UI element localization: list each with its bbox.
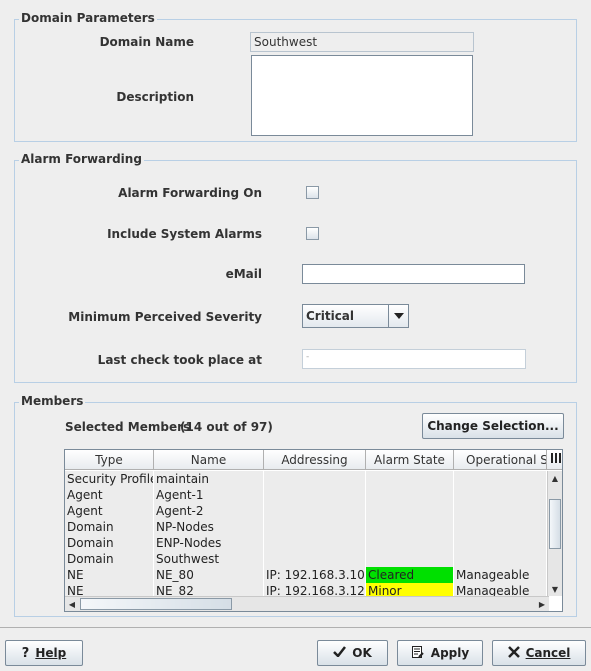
alarm-forwarding-on-checkbox[interactable] bbox=[306, 186, 319, 199]
cell-name: Southwest bbox=[154, 551, 264, 567]
cell-addressing bbox=[264, 519, 366, 535]
cell-type: Domain bbox=[65, 519, 154, 535]
cell-alarm-state bbox=[366, 471, 454, 487]
cell-operational-state bbox=[454, 535, 547, 551]
table-row[interactable]: Agent Agent-2 bbox=[65, 503, 547, 519]
ok-button[interactable]: OK bbox=[317, 640, 388, 666]
severity-value: Critical bbox=[306, 309, 355, 323]
table-header: Type Name Addressing Alarm State Operati… bbox=[65, 450, 562, 470]
cell-alarm-state bbox=[366, 551, 454, 567]
cell-alarm-state bbox=[366, 519, 454, 535]
cell-addressing bbox=[264, 503, 366, 519]
cell-name: NP-Nodes bbox=[154, 519, 264, 535]
table-row[interactable]: Security Profile maintain bbox=[65, 471, 547, 487]
cell-type: Security Profile bbox=[67, 471, 154, 487]
scroll-left-icon[interactable]: ◀ bbox=[65, 597, 79, 611]
email-field[interactable] bbox=[302, 264, 525, 284]
cell-operational-state bbox=[454, 503, 547, 519]
cell-addressing bbox=[264, 471, 366, 487]
cell-operational-state bbox=[454, 551, 547, 567]
min-severity-label: Minimum Perceived Severity bbox=[68, 310, 262, 324]
severity-combobox[interactable]: Critical bbox=[302, 304, 409, 328]
change-selection-button[interactable]: Change Selection... bbox=[422, 413, 564, 439]
help-button-label: Help bbox=[35, 646, 67, 660]
cell-type: Domain bbox=[65, 535, 154, 551]
apply-button[interactable]: Apply bbox=[397, 640, 483, 666]
apply-button-label: Apply bbox=[430, 646, 470, 660]
cell-addressing bbox=[264, 551, 366, 567]
cell-name: NE_80 bbox=[154, 567, 264, 583]
cell-operational-state bbox=[454, 487, 547, 503]
table-body: Security Profile maintain Agent Agent-1 Agen… bbox=[65, 471, 547, 599]
vertical-scroll-thumb[interactable] bbox=[549, 499, 561, 549]
selected-members-label: Selected Members bbox=[65, 420, 191, 434]
alarm-forwarding-legend: Alarm Forwarding bbox=[19, 152, 144, 166]
table-row[interactable]: Domain Southwest bbox=[65, 551, 547, 567]
members-table: Type Name Addressing Alarm State Operati… bbox=[64, 449, 563, 612]
vertical-scrollbar[interactable]: ▲ ▼ bbox=[547, 471, 562, 596]
cell-name: Agent-2 bbox=[154, 503, 264, 519]
description-textarea[interactable] bbox=[251, 55, 473, 136]
help-icon: ? bbox=[21, 645, 30, 661]
cell-alarm-state bbox=[366, 535, 454, 551]
cell-alarm-state: Cleared bbox=[366, 567, 454, 583]
cancel-button-label: Cancel bbox=[525, 646, 571, 660]
domain-parameters-legend: Domain Parameters bbox=[19, 11, 157, 25]
scroll-right-icon[interactable]: ▶ bbox=[535, 597, 549, 611]
column-header-addressing[interactable]: Addressing bbox=[264, 450, 366, 469]
cell-type: NE bbox=[65, 567, 154, 583]
scroll-up-icon[interactable]: ▲ bbox=[548, 471, 562, 485]
footer-divider bbox=[0, 627, 591, 628]
cell-name: Agent-1 bbox=[154, 487, 264, 503]
last-check-field: - bbox=[302, 349, 526, 369]
cell-name: ENP-Nodes bbox=[154, 535, 264, 551]
column-header-operational-state[interactable]: Operational St bbox=[454, 450, 547, 469]
members-legend: Members bbox=[19, 394, 86, 408]
cell-addressing bbox=[264, 535, 366, 551]
scroll-down-icon[interactable]: ▼ bbox=[548, 582, 562, 596]
table-row[interactable]: Domain NP-Nodes bbox=[65, 519, 547, 535]
help-button[interactable]: ? Help bbox=[5, 640, 83, 666]
email-label: eMail bbox=[225, 267, 262, 281]
close-icon bbox=[507, 645, 520, 661]
horizontal-scroll-thumb[interactable] bbox=[80, 598, 232, 610]
cell-alarm-state bbox=[366, 503, 454, 519]
ok-button-label: OK bbox=[352, 646, 372, 660]
cell-addressing bbox=[264, 487, 366, 503]
table-row[interactable]: NE NE_80 IP: 192.168.3.106 Cleared Manageabl… bbox=[65, 567, 547, 583]
table-row[interactable]: Domain ENP-Nodes bbox=[65, 535, 547, 551]
domain-name-label: Domain Name bbox=[99, 35, 194, 49]
description-label: Description bbox=[116, 90, 194, 104]
column-header-type[interactable]: Type bbox=[65, 450, 154, 469]
cell-operational-state bbox=[454, 519, 547, 535]
cell-alarm-state bbox=[366, 487, 454, 503]
cell-type: Domain bbox=[65, 551, 154, 567]
cancel-button[interactable]: Cancel bbox=[492, 640, 586, 666]
cell-operational-state bbox=[454, 471, 547, 487]
selected-members-count: (14 out of 97) bbox=[180, 420, 273, 434]
domain-name-field[interactable]: Southwest bbox=[250, 32, 474, 52]
horizontal-scrollbar[interactable]: ◀ ▶ bbox=[65, 596, 549, 611]
column-header-alarm-state[interactable]: Alarm State bbox=[366, 450, 454, 469]
apply-icon bbox=[411, 645, 425, 662]
cell-type: Agent bbox=[65, 503, 154, 519]
check-icon bbox=[333, 646, 347, 660]
cell-type: Agent bbox=[65, 487, 154, 503]
alarm-forwarding-on-label: Alarm Forwarding On bbox=[118, 186, 262, 200]
chevron-down-icon[interactable] bbox=[388, 305, 408, 327]
cell-operational-state: Manageable bbox=[454, 567, 547, 583]
column-header-name[interactable]: Name bbox=[154, 450, 264, 469]
cell-addressing: IP: 192.168.3.106 bbox=[266, 567, 366, 583]
include-system-alarms-checkbox[interactable] bbox=[306, 227, 319, 240]
last-check-label: Last check took place at bbox=[97, 353, 262, 367]
column-chooser-icon[interactable] bbox=[547, 450, 562, 469]
include-system-alarms-label: Include System Alarms bbox=[107, 227, 262, 241]
cell-name: maintain bbox=[154, 471, 264, 487]
table-row[interactable]: Agent Agent-1 bbox=[65, 487, 547, 503]
